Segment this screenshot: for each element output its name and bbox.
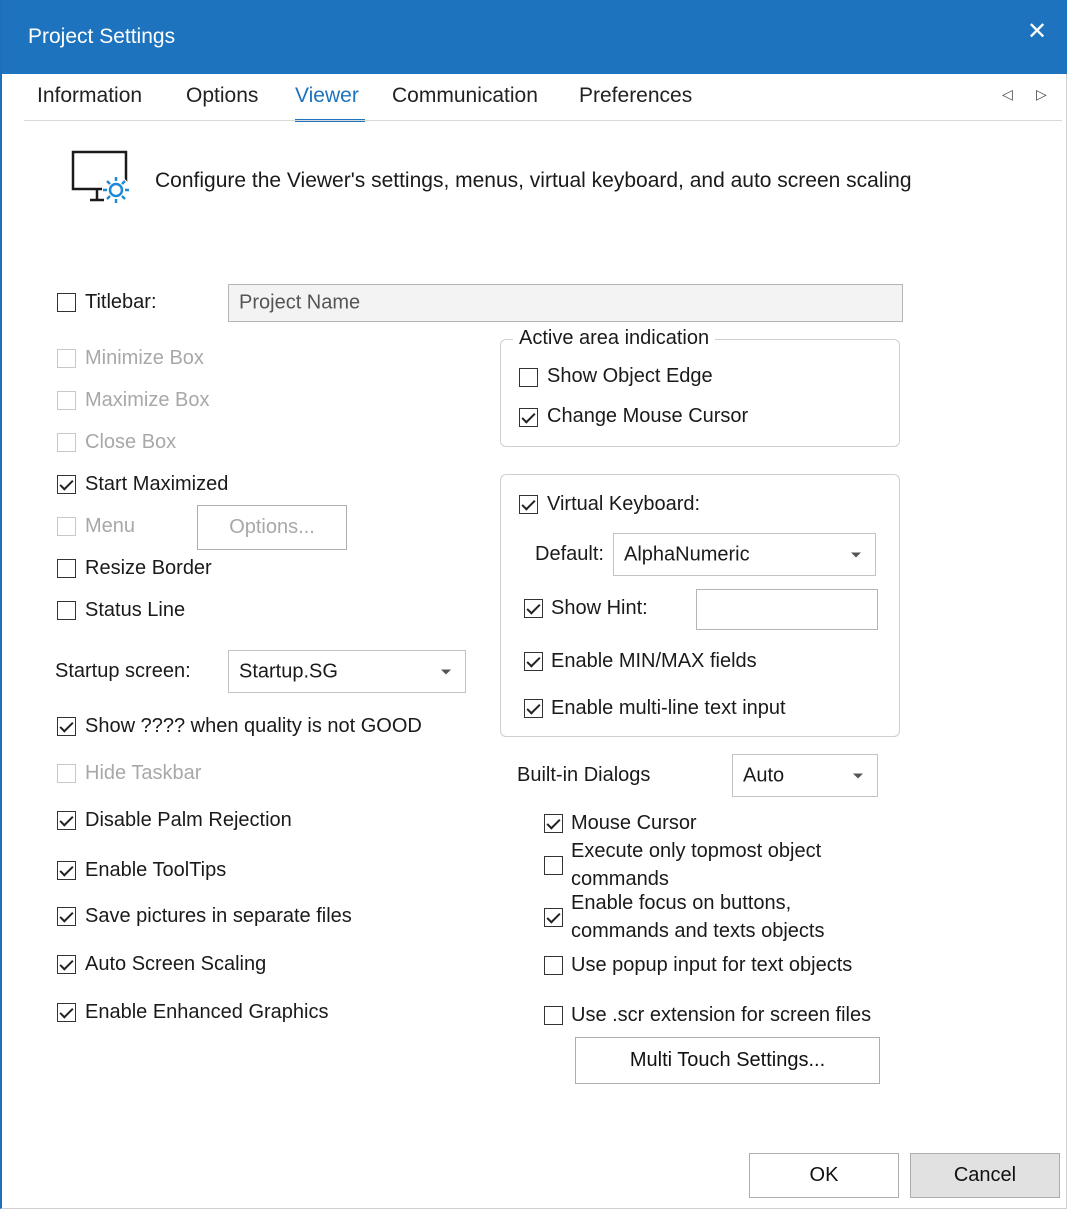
show-quality-label: Show ???? when quality is not GOOD — [85, 715, 422, 737]
builtin-dialogs-label: Built-in Dialogs — [517, 764, 651, 786]
show-quality-checkbox[interactable] — [57, 717, 76, 736]
disable-palm-rejection-label: Disable Palm Rejection — [85, 809, 292, 831]
show-hint-input[interactable] — [696, 589, 878, 630]
save-pictures-label: Save pictures in separate files — [85, 905, 352, 927]
mouse-cursor-checkbox[interactable] — [544, 814, 563, 833]
auto-screen-scaling-checkbox[interactable] — [57, 955, 76, 974]
close-box-label: Close Box — [85, 431, 177, 453]
ok-button[interactable]: OK — [749, 1153, 899, 1198]
auto-screen-scaling-label: Auto Screen Scaling — [85, 953, 267, 975]
scr-extension-checkbox[interactable] — [544, 1006, 563, 1025]
resize-border-label: Resize Border — [85, 557, 212, 579]
execute-topmost-label-line2: commands — [571, 868, 669, 890]
resize-border-checkbox[interactable] — [57, 559, 76, 578]
close-box-checkbox[interactable] — [57, 433, 76, 452]
enhanced-graphics-checkbox[interactable] — [57, 1003, 76, 1022]
show-object-edge-label: Show Object Edge — [547, 365, 713, 387]
keyboard-default-value: AlphaNumeric — [624, 543, 750, 565]
mouse-cursor-label: Mouse Cursor — [571, 812, 697, 834]
menu-options-button[interactable]: Options... — [197, 505, 347, 550]
virtual-keyboard-label: Virtual Keyboard: — [547, 493, 701, 515]
tab-preferences[interactable]: Preferences — [579, 84, 692, 108]
execute-topmost-label-line1: Execute only topmost object — [571, 840, 822, 862]
close-icon[interactable]: ✕ — [1023, 18, 1051, 46]
enable-tooltips-label: Enable ToolTips — [85, 859, 227, 881]
change-mouse-cursor-checkbox[interactable] — [519, 408, 538, 427]
dialog-title: Project Settings — [28, 25, 176, 48]
monitor-gear-icon — [70, 150, 134, 212]
active-area-title: Active area indication — [513, 327, 716, 350]
tab-divider — [24, 120, 1062, 121]
change-mouse-cursor-label: Change Mouse Cursor — [547, 405, 749, 427]
tab-prev-icon[interactable]: ◁ — [1002, 86, 1013, 103]
titlebar-checkbox[interactable] — [57, 293, 76, 312]
show-hint-checkbox[interactable] — [524, 599, 543, 618]
titlebar-text-field[interactable]: Project Name — [228, 284, 903, 322]
builtin-dialogs-value: Auto — [743, 764, 785, 786]
keyboard-default-label: Default: — [535, 543, 604, 565]
status-line-checkbox[interactable] — [57, 601, 76, 620]
start-maximized-checkbox[interactable] — [57, 475, 76, 494]
active-area-group — [500, 339, 900, 447]
startup-screen-dropdown[interactable]: Startup.SG — [228, 650, 466, 693]
multi-touch-settings-button[interactable]: Multi Touch Settings... — [575, 1037, 880, 1084]
startup-screen-label: Startup screen: — [55, 660, 191, 682]
header-description: Configure the Viewer's settings, menus, … — [155, 169, 912, 192]
disable-palm-rejection-checkbox[interactable] — [57, 811, 76, 830]
builtin-dialogs-dropdown[interactable]: Auto — [732, 754, 878, 797]
multiline-label: Enable multi-line text input — [551, 697, 786, 719]
start-maximized-label: Start Maximized — [85, 473, 229, 495]
tab-communication[interactable]: Communication — [392, 84, 538, 108]
chevron-down-icon — [441, 669, 451, 674]
tab-next-icon[interactable]: ▷ — [1036, 86, 1047, 103]
title-bar: Project Settings ✕ — [2, 0, 1067, 74]
enable-min-max-label: Enable MIN/MAX fields — [551, 650, 757, 672]
show-object-edge-checkbox[interactable] — [519, 368, 538, 387]
enable-focus-checkbox[interactable] — [544, 908, 563, 927]
minimize-box-label: Minimize Box — [85, 347, 204, 369]
tab-viewer[interactable]: Viewer — [295, 84, 359, 108]
show-hint-label: Show Hint: — [551, 597, 648, 619]
enhanced-graphics-label: Enable Enhanced Graphics — [85, 1001, 329, 1023]
multiline-checkbox[interactable] — [524, 699, 543, 718]
popup-input-checkbox[interactable] — [544, 956, 563, 975]
virtual-keyboard-checkbox[interactable] — [519, 495, 538, 514]
startup-screen-value: Startup.SG — [239, 660, 338, 682]
maximize-box-checkbox[interactable] — [57, 391, 76, 410]
keyboard-default-dropdown[interactable]: AlphaNumeric — [613, 533, 876, 576]
cancel-button[interactable]: Cancel — [910, 1153, 1060, 1198]
enable-focus-label-line1: Enable focus on buttons, — [571, 892, 792, 914]
hide-taskbar-label: Hide Taskbar — [85, 762, 202, 784]
enable-focus-label-line2: commands and texts objects — [571, 920, 825, 942]
project-settings-dialog: Project Settings ✕ Information Options V… — [0, 0, 1067, 1209]
scr-extension-label: Use .scr extension for screen files — [571, 1004, 872, 1026]
execute-topmost-checkbox[interactable] — [544, 856, 563, 875]
status-line-label: Status Line — [85, 599, 186, 621]
tab-strip: Information Options Viewer Communication… — [2, 74, 1067, 122]
enable-min-max-checkbox[interactable] — [524, 652, 543, 671]
maximize-box-label: Maximize Box — [85, 389, 210, 411]
titlebar-value: Project Name — [239, 291, 361, 314]
save-pictures-checkbox[interactable] — [57, 907, 76, 926]
chevron-down-icon — [851, 552, 861, 557]
popup-input-label: Use popup input for text objects — [571, 954, 853, 976]
minimize-box-checkbox[interactable] — [57, 349, 76, 368]
menu-checkbox[interactable] — [57, 517, 76, 536]
tab-options[interactable]: Options — [186, 84, 258, 108]
chevron-down-icon — [853, 773, 863, 778]
menu-label: Menu — [85, 515, 136, 537]
hide-taskbar-checkbox[interactable] — [57, 764, 76, 783]
titlebar-label: Titlebar: — [85, 291, 157, 313]
tab-information[interactable]: Information — [37, 84, 142, 108]
enable-tooltips-checkbox[interactable] — [57, 861, 76, 880]
